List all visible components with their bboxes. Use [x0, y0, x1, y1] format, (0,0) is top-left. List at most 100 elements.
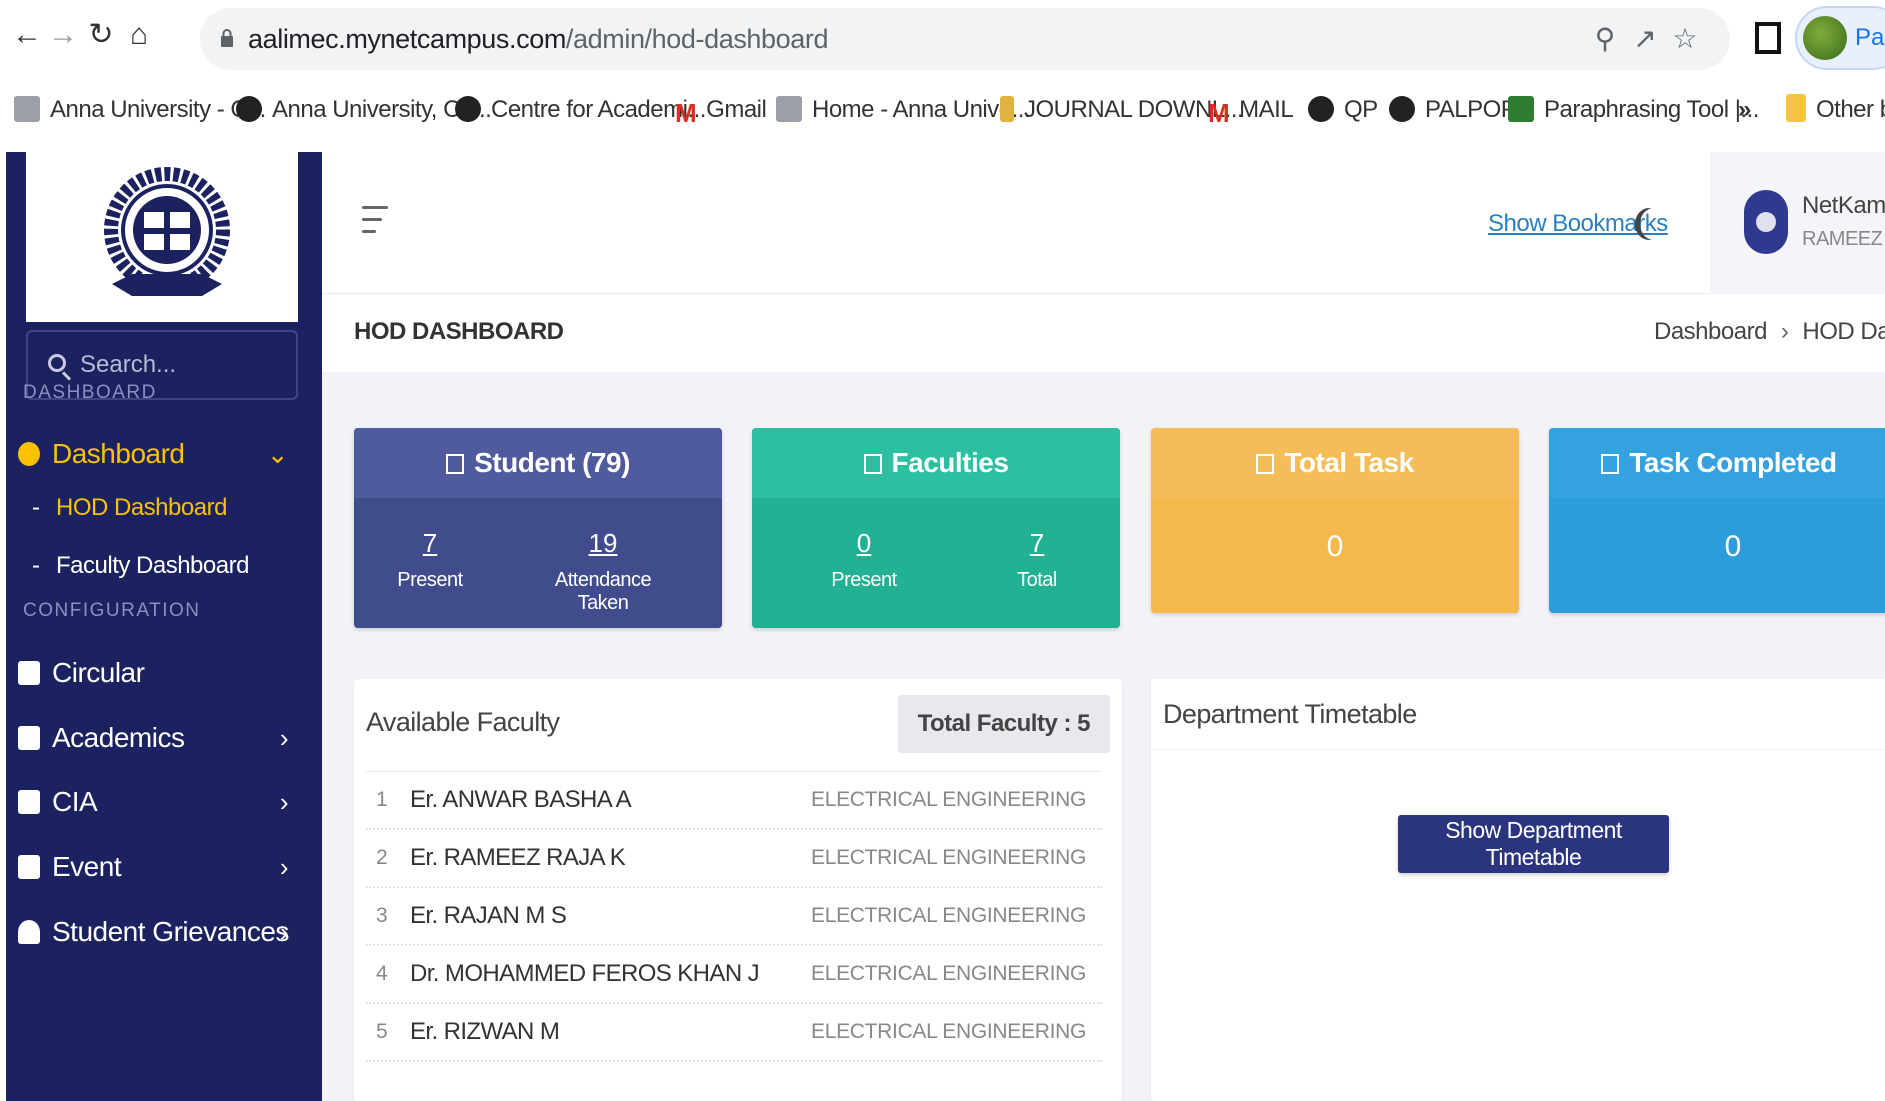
avatar [1744, 190, 1788, 254]
back-arrow-icon[interactable]: ← [10, 18, 44, 52]
bookmark-item[interactable]: Anna University, Ch... [236, 88, 492, 132]
reload-icon[interactable]: ↻ [84, 18, 118, 52]
user-menu[interactable]: NetKampuss RAMEEZ RAJA [1710, 152, 1885, 294]
profile-avatar [1803, 16, 1847, 60]
bookmark-item[interactable]: JOURNAL DOWNL... [1000, 88, 1244, 132]
panel-title: Available Faculty [366, 707, 560, 737]
page-header-bar: HOD DASHBOARD Dashboard › HOD Dashbo [322, 294, 1885, 372]
gmail-icon: M [1208, 98, 1230, 128]
sidebar-subitem-hod-dashboard[interactable]: - HOD Dashboard [32, 486, 227, 530]
sidebar-item-cia[interactable]: CIA › [18, 778, 308, 826]
folder-icon [1786, 94, 1806, 122]
task-completed-card: Task Completed 0 [1549, 428, 1885, 613]
sidebar-item-label: Academics [52, 722, 185, 753]
bookmarks-overflow-button[interactable]: » [1738, 88, 1751, 132]
dashboard-icon [18, 442, 40, 466]
breadcrumb: Dashboard › HOD Dashbo [1654, 318, 1885, 346]
college-logo [104, 167, 230, 296]
task-completed-card-title: Task Completed [1549, 428, 1885, 498]
sidebar-item-circular[interactable]: Circular [18, 649, 308, 697]
chevron-down-icon: ⌄ [266, 439, 289, 469]
bookmarks-bar: Anna University - C... Anna University, … [0, 88, 1885, 132]
zoom-icon[interactable]: ⚲ [1588, 22, 1622, 56]
student-attendance-stat[interactable]: 19 Attendance Taken [528, 528, 678, 615]
student-present-stat[interactable]: 7 Present [355, 528, 505, 592]
section-configuration-label: CONFIGURATION [23, 600, 201, 621]
list-item: 4 Dr. MOHAMMED FEROS KHAN J ELECTRICAL ENG… [366, 946, 1102, 1004]
student-card: Student (79) 7 Present 19 Attendance Taken [354, 428, 722, 628]
search-icon [48, 354, 66, 372]
faculties-card: Faculties 0 Present 7 Total [752, 428, 1120, 628]
bookmark-item[interactable]: M MAIL [1208, 88, 1294, 132]
page-title: HOD DASHBOARD [354, 318, 564, 345]
star-icon[interactable]: ☆ [1668, 22, 1702, 56]
sidebar-item-label: Student Grievances [52, 916, 289, 947]
url-text: aalimec.mynetcampus.com/admin/hod-dashbo… [248, 24, 829, 54]
globe-icon [1308, 96, 1334, 122]
chevron-right-icon: › [279, 852, 289, 882]
bookmark-item[interactable]: Centre for Academi... [455, 88, 706, 132]
list-item: 1 Er. ANWAR BASHA A ELECTRICAL ENGINEERING [366, 772, 1102, 830]
bookmark-item[interactable]: PALPOP [1389, 88, 1517, 132]
sidebar-item-label: Dashboard [52, 438, 185, 469]
list-item: 2 Er. RAMEEZ RAJA K ELECTRICAL ENGINEERING [366, 830, 1102, 888]
department-timetable-panel: Department Timetable Show Department Tim… [1151, 679, 1885, 1101]
college-logo-box [26, 152, 298, 322]
faculties-card-title: Faculties [752, 428, 1120, 498]
anna-icon [14, 96, 40, 122]
sidebar-item-label: Circular [52, 657, 145, 688]
faculties-present-stat[interactable]: 0 Present [789, 528, 939, 592]
address-bar[interactable]: aalimec.mynetcampus.com/admin/hod-dashbo… [200, 8, 1730, 70]
profile-label: Pause [1855, 24, 1885, 51]
list-icon [863, 454, 882, 474]
breadcrumb-dashboard[interactable]: Dashboard [1654, 318, 1767, 345]
profile-button[interactable]: Pause [1795, 6, 1885, 70]
app-container: DASHBOARD Dashboard ⌄ -HOD Dashboard -Fa… [6, 152, 1885, 1101]
sidebar-subitem-faculty-dashboard[interactable]: - Faculty Dashboard [32, 544, 249, 588]
sidebar-item-academics[interactable]: Academics › [18, 714, 308, 762]
available-faculty-panel: Available Faculty Total Faculty : 5 1 Er.… [354, 679, 1122, 1101]
breadcrumb-current: HOD Dashbo [1802, 318, 1885, 345]
lock-icon [221, 29, 233, 47]
calendar-icon [18, 855, 40, 879]
list-icon [1256, 454, 1275, 474]
section-dashboard-label: DASHBOARD [23, 382, 157, 403]
menu-toggle-icon[interactable] [362, 206, 388, 236]
bookmark-item[interactable]: Paraphrasing Tool |... [1508, 88, 1759, 132]
bookmark-item[interactable]: Anna University - C... [14, 88, 266, 132]
bookmark-item[interactable]: M Gmail [675, 88, 767, 132]
forward-arrow-icon[interactable]: → [46, 18, 80, 52]
faculties-total-stat[interactable]: 7 Total [962, 528, 1112, 592]
dark-mode-icon[interactable] [1640, 208, 1668, 240]
breadcrumb-separator-icon: › [1780, 318, 1789, 345]
globe-icon [1389, 96, 1415, 122]
total-task-card-title: Total Task [1151, 428, 1519, 498]
bookmark-item[interactable]: Home - Anna Unive... [776, 88, 1031, 132]
total-task-value: 0 [1326, 530, 1344, 563]
calendar-clock-icon [18, 790, 40, 814]
sidebar-item-dashboard[interactable]: Dashboard ⌄ [18, 430, 308, 478]
user-role: RAMEEZ RAJA [1802, 228, 1885, 250]
show-timetable-button[interactable]: Show Department Timetable [1398, 815, 1669, 873]
panel-divider [1151, 749, 1885, 750]
share-icon[interactable]: ↗ [1628, 22, 1662, 56]
chevron-right-icon: › [279, 787, 289, 817]
speaker-icon [18, 661, 40, 685]
graduation-cap-icon [18, 726, 40, 750]
student-card-title: Student (79) [354, 428, 722, 498]
gmail-icon: M [675, 98, 697, 128]
chevron-right-icon: › [279, 917, 289, 947]
top-header: Show Bookmarks NetKampuss RAMEEZ RAJA [322, 152, 1885, 294]
sidebar-item-event[interactable]: Event › [18, 843, 308, 891]
home-icon[interactable]: ⌂ [122, 18, 156, 52]
main-content: Student (79) 7 Present 19 Attendance Taken… [322, 372, 1885, 1101]
panel-title: Department Timetable [1163, 699, 1417, 729]
journal-icon [1000, 96, 1014, 122]
other-bookmarks[interactable]: Other b [1786, 88, 1885, 132]
chevron-right-icon: › [279, 723, 289, 753]
side-panel-icon[interactable] [1755, 22, 1781, 54]
bookmark-item[interactable]: QP [1308, 88, 1378, 132]
list-icon [1601, 454, 1620, 474]
sidebar-item-student-grievances[interactable]: Student Grievances › [18, 908, 308, 956]
globe-icon [455, 96, 481, 122]
